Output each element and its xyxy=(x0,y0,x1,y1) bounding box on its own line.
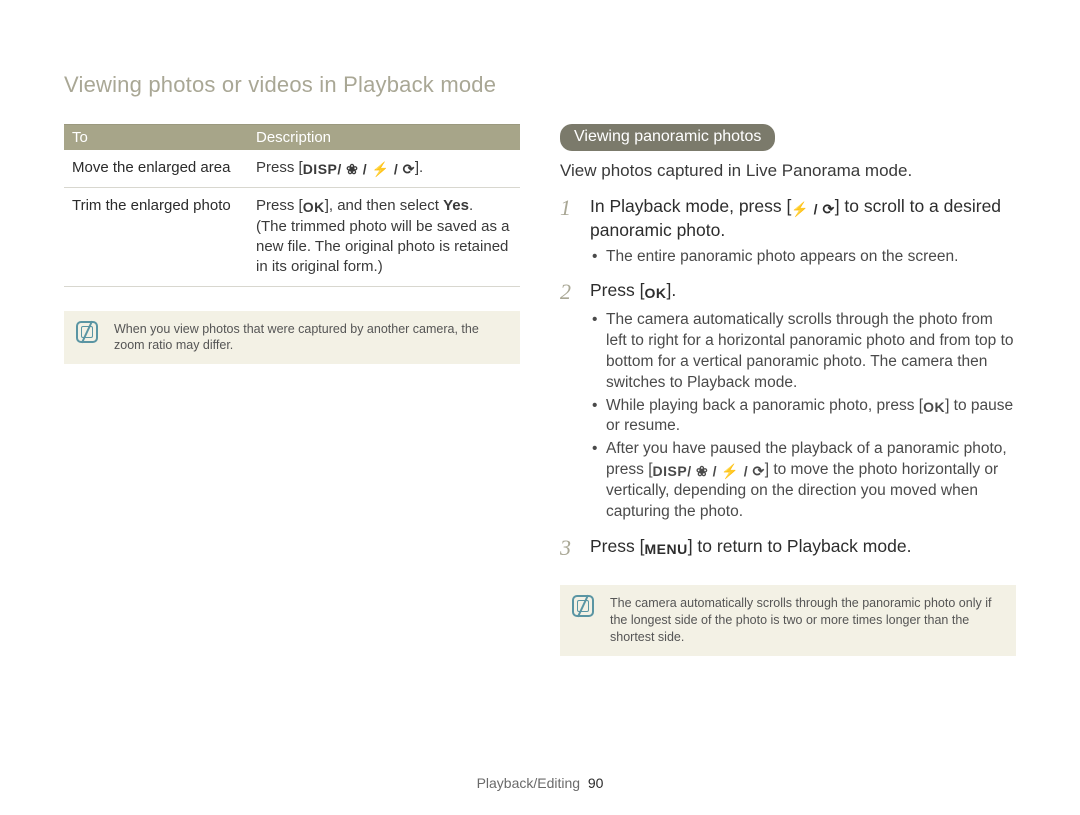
step-number: 3 xyxy=(560,535,580,561)
ok-icon: OK xyxy=(303,198,325,217)
text: ]. xyxy=(415,159,423,176)
step-body: Press [MENU] to return to Playback mode. xyxy=(590,535,911,561)
text: ] to return to Playback mode. xyxy=(688,536,912,556)
ok-icon: OK xyxy=(644,284,666,303)
text: ], and then select xyxy=(325,197,443,214)
step-body: Press [OK]. xyxy=(590,279,676,305)
step-number: 1 xyxy=(560,195,580,243)
page-number: 90 xyxy=(588,775,604,791)
table-cell-desc: Press [OK], and then select Yes. (The tr… xyxy=(248,187,520,286)
actions-table: To Description Move the enlarged area Pr… xyxy=(64,124,520,287)
table-cell-label: Trim the enlarged photo xyxy=(64,187,248,286)
page-footer: Playback/Editing 90 xyxy=(0,775,1080,791)
step-body: In Playback mode, press [⚡ / ⟳] to scrol… xyxy=(590,195,1016,243)
note-text: When you view photos that were captured … xyxy=(114,322,479,353)
text: In Playback mode, press [ xyxy=(590,196,791,216)
page-title: Viewing photos or videos in Playback mod… xyxy=(64,72,1016,98)
section-heading-pill: Viewing panoramic photos xyxy=(560,124,775,151)
text: Press [ xyxy=(590,280,644,300)
text: . xyxy=(469,197,473,214)
bullet-item: After you have paused the playback of a … xyxy=(592,439,1016,523)
step: 2 Press [OK]. xyxy=(560,279,1016,305)
menu-icon: MENU xyxy=(644,540,687,559)
note-icon xyxy=(76,321,98,343)
left-column: To Description Move the enlarged area Pr… xyxy=(64,124,520,656)
table-header-to: To xyxy=(64,125,248,151)
ok-icon: OK xyxy=(923,398,945,417)
table-cell-label: Move the enlarged area xyxy=(64,150,248,187)
note-box-right: The camera automatically scrolls through… xyxy=(560,585,1016,656)
text: Press [ xyxy=(256,197,303,214)
disp-nav-icons: DISP/ ❀ / ⚡ / ⟳ xyxy=(653,462,765,481)
table-row: Move the enlarged area Press [DISP/ ❀ / … xyxy=(64,150,520,187)
right-column: Viewing panoramic photos View photos cap… xyxy=(560,124,1016,656)
bullet-item: While playing back a panoramic photo, pr… xyxy=(592,396,1016,438)
footer-section: Playback/Editing xyxy=(477,775,581,791)
table-header-description: Description xyxy=(248,125,520,151)
text: ]. xyxy=(666,280,676,300)
step: 3 Press [MENU] to return to Playback mod… xyxy=(560,535,1016,561)
text: While playing back a panoramic photo, pr… xyxy=(606,397,923,414)
text: (The trimmed photo will be saved as a ne… xyxy=(256,218,509,276)
step-bullets: The camera automatically scrolls through… xyxy=(592,310,1016,523)
step-number: 2 xyxy=(560,279,580,305)
disp-nav-icons: DISP/ ❀ / ⚡ / ⟳ xyxy=(303,160,415,179)
nav-lr-icons: ⚡ / ⟳ xyxy=(791,200,834,219)
bullet-item: The entire panoramic photo appears on th… xyxy=(592,247,1016,268)
table-row: Trim the enlarged photo Press [OK], and … xyxy=(64,187,520,286)
table-cell-desc: Press [DISP/ ❀ / ⚡ / ⟳]. xyxy=(248,150,520,187)
step: 1 In Playback mode, press [⚡ / ⟳] to scr… xyxy=(560,195,1016,243)
note-icon xyxy=(572,595,594,617)
note-box-left: When you view photos that were captured … xyxy=(64,311,520,365)
step-bullets: The entire panoramic photo appears on th… xyxy=(592,247,1016,268)
text: Press [ xyxy=(256,159,303,176)
section-intro: View photos captured in Live Panorama mo… xyxy=(560,161,1016,181)
note-text: The camera automatically scrolls through… xyxy=(610,596,991,644)
bold-text: Yes xyxy=(443,197,469,214)
bullet-item: The camera automatically scrolls through… xyxy=(592,310,1016,394)
text: Press [ xyxy=(590,536,644,556)
